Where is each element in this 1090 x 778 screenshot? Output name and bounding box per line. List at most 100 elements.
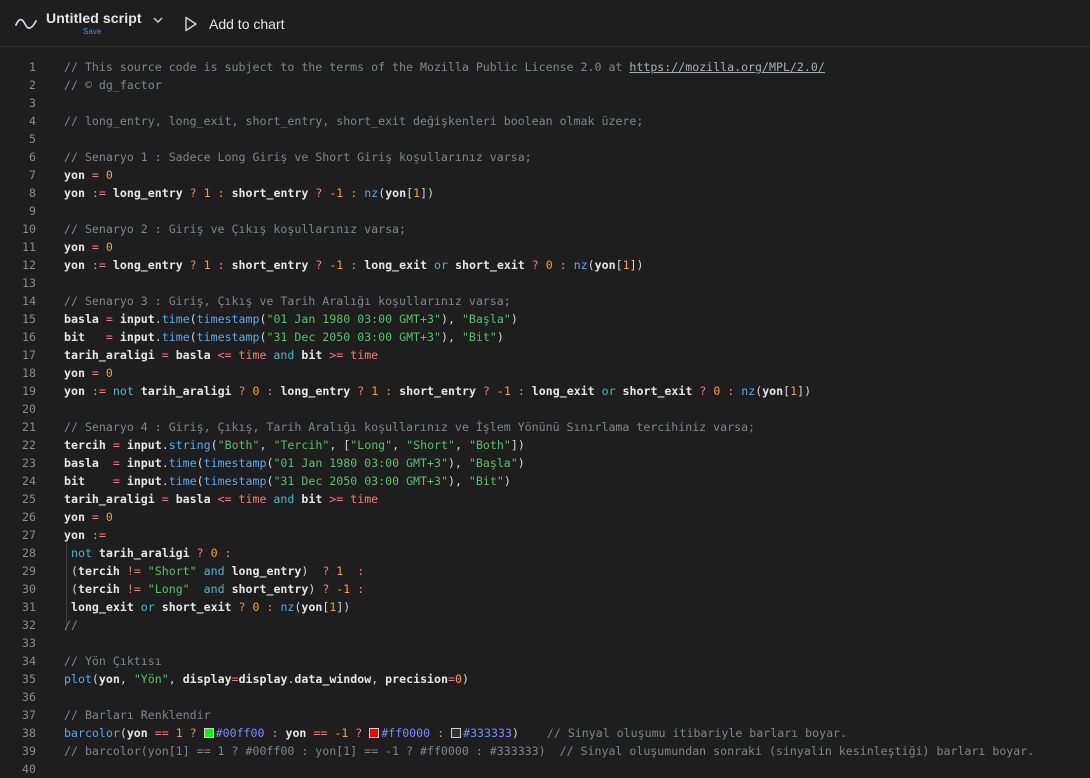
code-text[interactable]: bit = input.time(timestamp("31 Dec 2050 … [64,328,504,346]
code-token: ) [511,726,519,740]
code-token: ) [503,474,511,488]
code-token: yon [301,600,323,614]
code-token: == [147,726,176,740]
code-text[interactable]: long_exit or short_exit ? 0 : nz(yon[1]) [64,598,350,616]
code-text[interactable]: tercih = input.string("Both", "Tercih", … [64,436,525,454]
color-swatch[interactable] [369,727,380,738]
code-text[interactable]: yon := not tarih_araligi ? 0 : long_entr… [64,382,811,400]
code-text[interactable]: // Senaryo 4 : Giriş, Çıkış, Tarih Aralı… [64,418,755,436]
code-token: := [84,528,106,542]
code-token: = [231,672,239,686]
line-number: 38 [22,726,36,740]
save-link[interactable]: Save [83,27,101,36]
code-text[interactable]: yon = 0 [64,238,113,256]
code-text[interactable]: // Barları Renklendir [64,706,211,724]
code-token: or [427,258,455,272]
add-to-chart-button[interactable]: Add to chart [184,13,285,35]
line-number: 25 [22,492,36,506]
code-token: and [266,492,302,506]
script-title[interactable]: Untitled script [46,10,142,26]
code-text[interactable]: not tarih_araligi ? 0 : [64,544,232,562]
code-token: yon [64,258,85,272]
code-token: : [210,186,232,200]
code-token: : [350,582,365,596]
code-token: short_entry [399,384,476,398]
code-token: 0 [105,510,113,524]
code-text[interactable]: (tercih != "Short" and long_entry) ? 1 : [64,562,364,580]
code-token: short_entry [231,582,309,596]
code-text[interactable]: // Yön Çıktısı [64,652,162,670]
code-token: and [196,564,232,578]
code-token: yon [64,510,85,524]
code-token: "31 Dec 2050 03:00 GMT+3" [266,330,441,344]
code-token: tarih_araligi [98,546,190,560]
code-text[interactable]: // Senaryo 3 : Giriş, Çıkış ve Tarih Ara… [64,292,511,310]
line-number: 21 [22,420,36,434]
code-token: 0 [105,240,113,254]
code-text[interactable]: yon := long_entry ? 1 : short_entry ? -1… [64,256,644,274]
code-token: ]) [420,186,435,200]
code-text[interactable]: basla = input.time(timestamp("01 Jan 198… [64,310,518,328]
code-token: // barcolor(yon[1] == 1 ? #00ff00 : yon[… [64,744,1035,758]
code-token: "Long" [147,582,190,596]
code-text[interactable]: (tercih != "Long" and short_entry) ? -1 … [64,580,364,598]
code-token: ? [189,546,211,560]
code-token: : [264,726,286,740]
code-text[interactable]: bit = input.time(timestamp("31 Dec 2050 … [64,472,511,490]
code-text[interactable]: // [64,616,78,634]
line-number: 27 [22,528,36,542]
code-token: ? [322,564,337,578]
code-text[interactable]: // Senaryo 1 : Sadece Long Giriş ve Shor… [64,148,532,166]
code-token: long_exit [364,258,428,272]
line-number: 19 [22,384,36,398]
code-token: ( [196,474,204,488]
code-token: nz [741,384,756,398]
code-text[interactable]: basla = input.time(timestamp("01 Jan 198… [64,454,525,472]
color-swatch[interactable] [451,727,462,738]
code-text[interactable]: // barcolor(yon[1] == 1 ? #00ff00 : yon[… [64,742,1034,760]
code-token: not [64,546,99,560]
code-token: == [306,726,335,740]
code-token: yon [64,240,85,254]
code-text[interactable]: // © dg_factor [64,76,162,94]
code-token: input [126,456,162,470]
code-token: : [378,384,400,398]
code-token: short_exit [161,600,232,614]
code-token: input [119,330,155,344]
code-editor[interactable]: 1 // This source code is subject to the t… [0,47,1090,777]
code-token: "01 Jan 1980 03:00 GMT+3" [266,312,441,326]
code-text[interactable]: yon := long_entry ? 1 : short_entry ? -1… [64,184,434,202]
code-text[interactable]: barcolor(yon == 1 ? #00ff00 : yon == -1 … [64,724,847,742]
code-text[interactable]: plot(yon, "Yön", display=display.data_wi… [64,670,469,688]
code-token: . [161,474,169,488]
code-token: : [343,186,365,200]
code-text[interactable]: yon = 0 [64,508,113,526]
code-token: // © dg_factor [64,78,162,92]
code-text[interactable]: yon := [64,526,106,544]
line-number: 2 [29,78,36,92]
code-token: // [64,618,78,632]
line-number: 36 [22,690,36,704]
code-text[interactable]: // Senaryo 2 : Giriş ve Çıkış koşulların… [64,220,406,238]
code-token: ? [182,726,204,740]
code-text[interactable]: yon = 0 [64,166,113,184]
code-text[interactable]: tarih_araligi = basla <= time and bit >=… [64,490,378,508]
code-token: display [238,672,288,686]
line-number: 26 [22,510,36,524]
line-number: 1 [29,60,36,74]
code-text[interactable]: tarih_araligi = basla <= time and bit >=… [64,346,378,364]
code-token: -1 [334,726,349,740]
color-swatch[interactable] [203,727,214,738]
line-number: 5 [29,132,36,146]
code-text[interactable]: // This source code is subject to the te… [64,58,825,76]
chevron-down-icon[interactable] [152,14,164,26]
code-text[interactable]: // long_entry, long_exit, short_entry, s… [64,112,643,130]
script-title-area[interactable]: Untitled script Save [46,10,142,36]
code-token: ? [475,384,497,398]
code-token: . [161,456,169,470]
code-token: yon [64,384,85,398]
code-token: "Başla" [461,312,511,326]
code-text[interactable]: yon = 0 [64,364,113,382]
code-token: or [133,600,162,614]
code-token: : [217,546,232,560]
